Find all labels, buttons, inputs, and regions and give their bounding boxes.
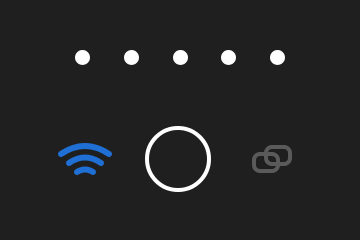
passcode-dots [75,49,285,65]
wifi-icon [58,143,112,175]
wifi-button[interactable] [56,142,114,178]
link-button[interactable] [248,143,296,175]
link-icon [252,145,292,173]
center-circle-button[interactable] [145,126,211,192]
passcode-screen [0,0,360,238]
passcode-dot [172,49,188,65]
passcode-dot [270,49,285,65]
passcode-dot [221,49,237,65]
passcode-dot [75,49,90,65]
bottom-controls [0,126,360,192]
passcode-dot [123,49,139,65]
